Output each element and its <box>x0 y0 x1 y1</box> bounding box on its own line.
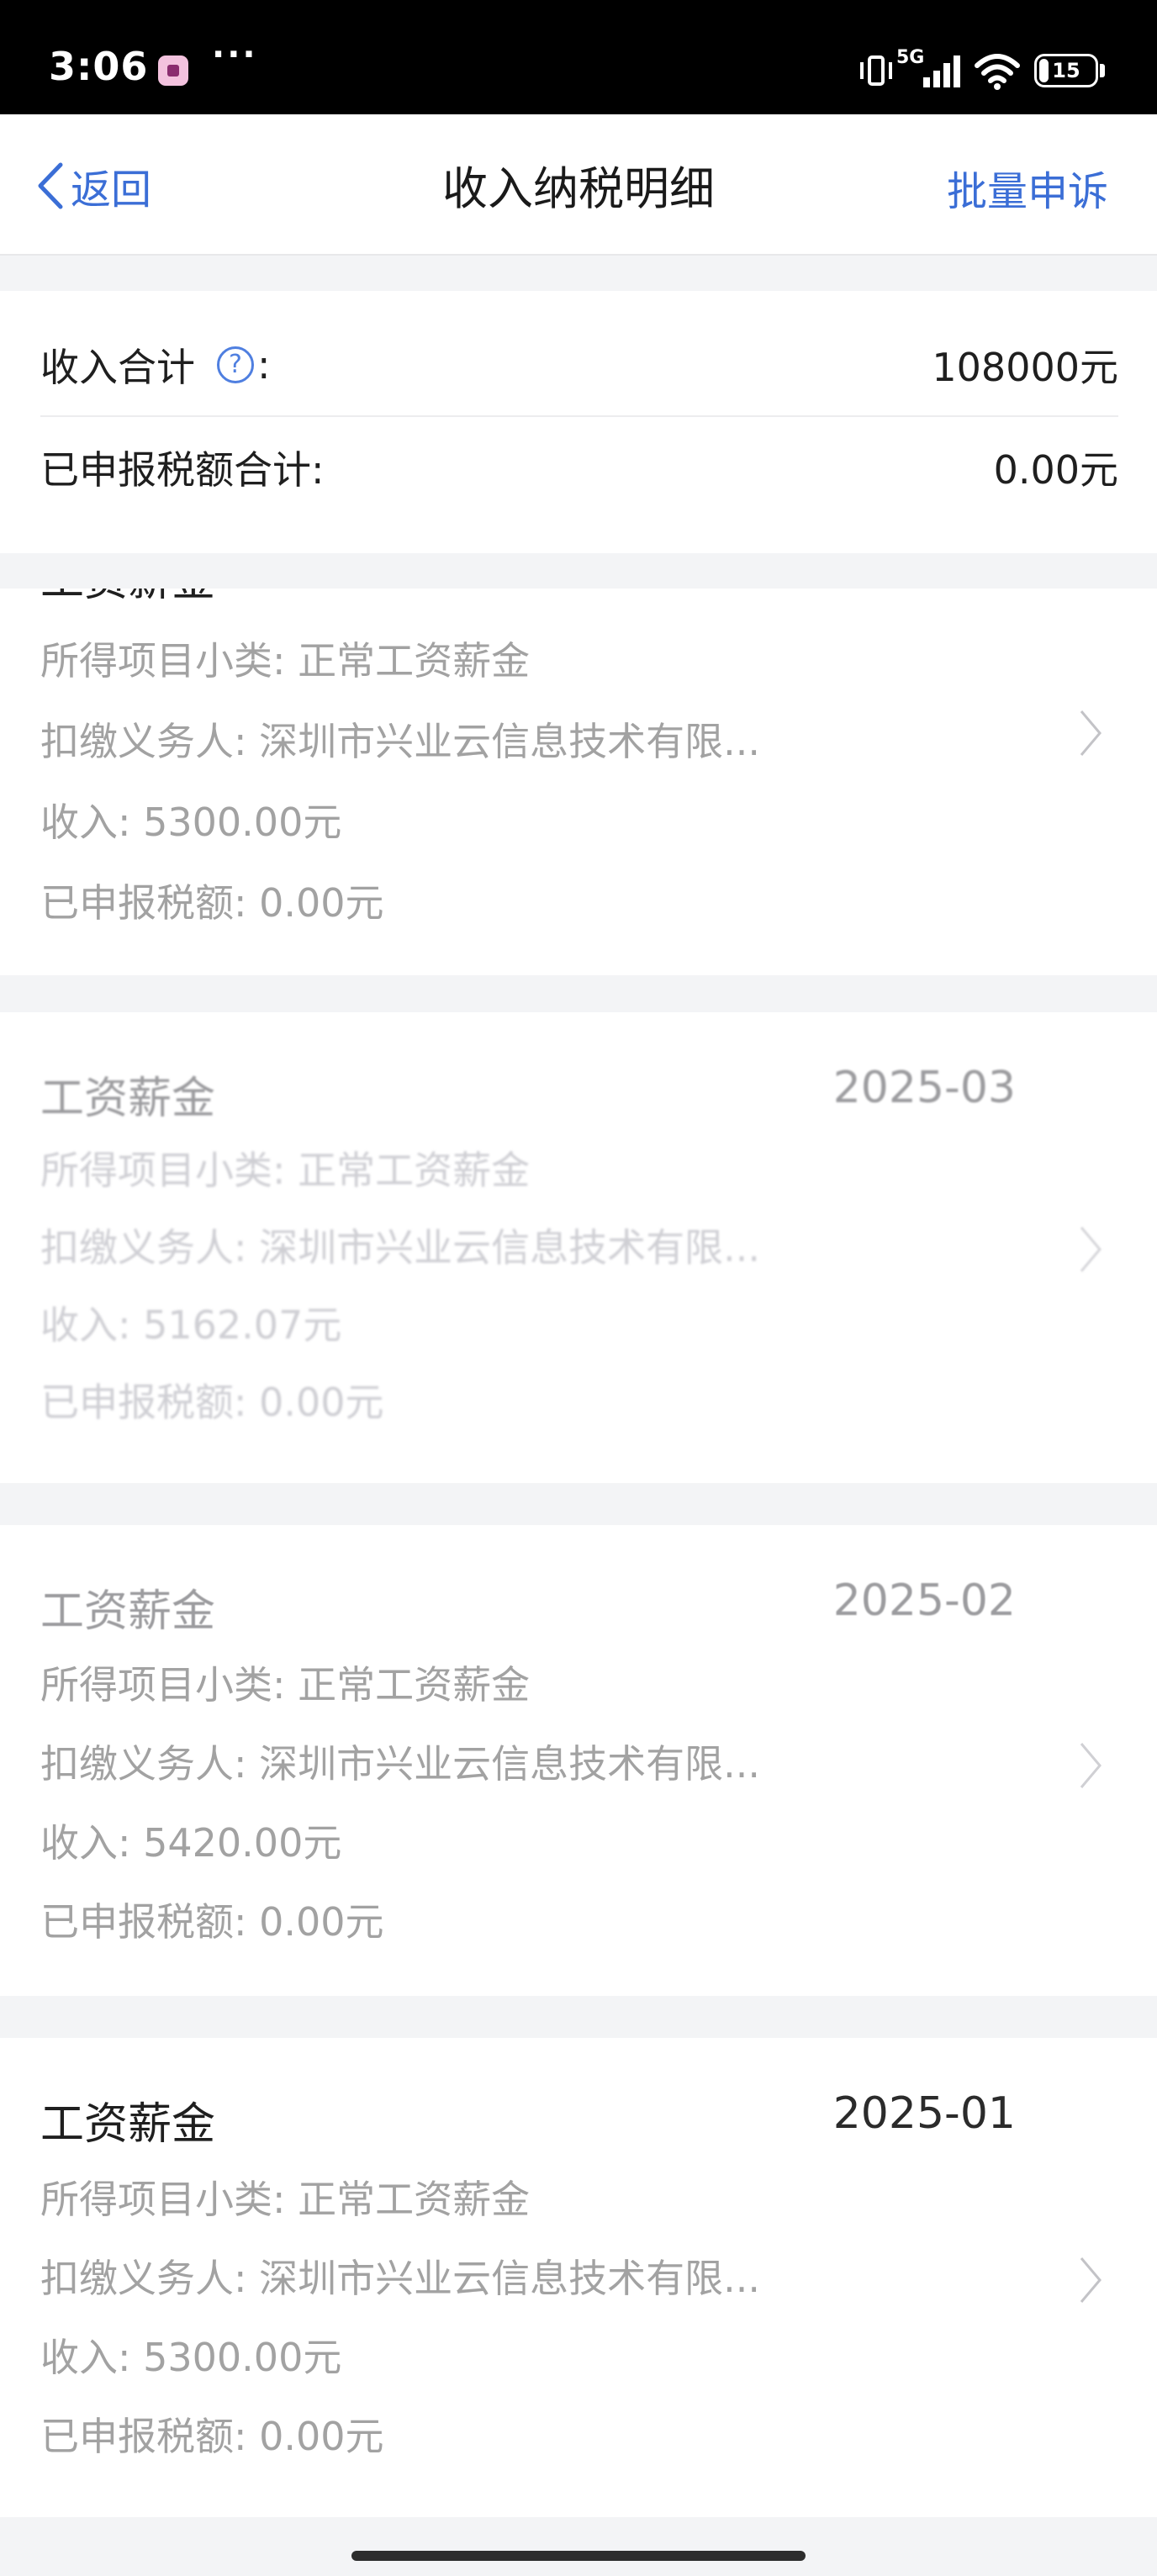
battery-icon: 15 <box>1034 54 1098 87</box>
record-title: 工资薪金 <box>40 1586 216 1637</box>
network-type-label: 5G <box>896 47 925 68</box>
chevron-right-icon <box>1080 1743 1102 1788</box>
record-income: 收入: 5300.00元 <box>40 2335 342 2380</box>
record-income: 收入: 5162.07元 <box>40 1302 342 1348</box>
income-total-value: 108000元 <box>932 345 1118 390</box>
notification-app-icon <box>158 55 188 86</box>
back-button[interactable]: 返回 <box>34 156 151 215</box>
more-notifications-icon: ··· <box>212 35 258 74</box>
record-subtype: 所得项目小类: 正常工资薪金 <box>40 2177 531 2222</box>
income-record-card[interactable]: 工资薪金 2025-02 所得项目小类: 正常工资薪金 扣缴义务人: 深圳市兴业… <box>0 1525 1157 1996</box>
batch-appeal-button[interactable]: 批量申诉 <box>947 158 1108 217</box>
income-record-card[interactable]: 工资薪金 2025-03 所得项目小类: 正常工资薪金 扣缴义务人: 深圳市兴业… <box>0 1012 1157 1483</box>
record-payer: 扣缴义务人: 深圳市兴业云信息技术有限... <box>40 1741 760 1787</box>
home-indicator[interactable] <box>351 2551 806 2561</box>
chevron-right-icon <box>1080 1227 1102 1272</box>
chevron-left-icon <box>38 162 63 209</box>
record-date: 2025-03 <box>832 1063 1016 1113</box>
income-total-colon: : <box>257 342 271 388</box>
tax-total-label: 已申报税额合计: <box>40 447 325 493</box>
income-record-card[interactable]: 工资薪金 2025-04 所得项目小类: 正常工资薪金 扣缴义务人: 深圳市兴业… <box>0 589 1157 975</box>
summary-panel: 收入合计 ? : 108000元 已申报税额合计: 0.00元 <box>0 291 1157 553</box>
record-income: 收入: 5420.00元 <box>40 1820 342 1866</box>
tax-total-row: 已申报税额合计: 0.00元 <box>40 417 1118 518</box>
back-label: 返回 <box>71 166 152 214</box>
income-total-row: 收入合计 ? : 108000元 <box>40 314 1118 417</box>
navigation-bar: 返回 收入纳税明细 批量申诉 <box>0 114 1157 256</box>
income-record-card[interactable]: 工资薪金 2025-01 所得项目小类: 正常工资薪金 扣缴义务人: 深圳市兴业… <box>0 2038 1157 2517</box>
record-date: 2025-04 <box>833 589 1016 595</box>
vibrate-icon <box>860 55 892 86</box>
record-payer: 扣缴义务人: 深圳市兴业云信息技术有限... <box>40 1225 760 1270</box>
record-payer: 扣缴义务人: 深圳市兴业云信息技术有限... <box>40 719 760 764</box>
battery-cap <box>1100 64 1105 77</box>
record-title: 工资薪金 <box>40 1074 216 1124</box>
chevron-right-icon <box>1080 2257 1102 2303</box>
status-bar: 3:06 ··· 5G 15 <box>0 0 1157 114</box>
status-time: 3:06 <box>49 44 149 89</box>
help-icon[interactable]: ? <box>217 346 254 383</box>
record-tax: 已申报税额: 0.00元 <box>40 1899 384 1945</box>
record-title: 工资薪金 <box>40 2099 216 2150</box>
record-tax: 已申报税额: 0.00元 <box>40 880 384 926</box>
chevron-right-icon <box>1080 710 1102 756</box>
record-tax: 已申报税额: 0.00元 <box>40 2414 384 2459</box>
record-payer: 扣缴义务人: 深圳市兴业云信息技术有限... <box>40 2256 760 2301</box>
record-tax: 已申报税额: 0.00元 <box>40 1380 384 1425</box>
record-title: 工资薪金 <box>40 589 215 608</box>
income-total-label: 收入合计 <box>40 345 195 390</box>
record-subtype: 所得项目小类: 正常工资薪金 <box>40 1148 531 1193</box>
tax-total-value: 0.00元 <box>993 447 1118 493</box>
record-subtype: 所得项目小类: 正常工资薪金 <box>40 1662 531 1708</box>
record-date: 2025-02 <box>832 1576 1016 1626</box>
cellular-signal-icon <box>923 55 960 87</box>
record-subtype: 所得项目小类: 正常工资薪金 <box>40 638 531 684</box>
record-date: 2025-01 <box>832 2088 1016 2139</box>
battery-level: 15 <box>1052 59 1080 82</box>
record-income: 收入: 5300.00元 <box>40 800 342 845</box>
wifi-icon <box>975 54 1020 90</box>
